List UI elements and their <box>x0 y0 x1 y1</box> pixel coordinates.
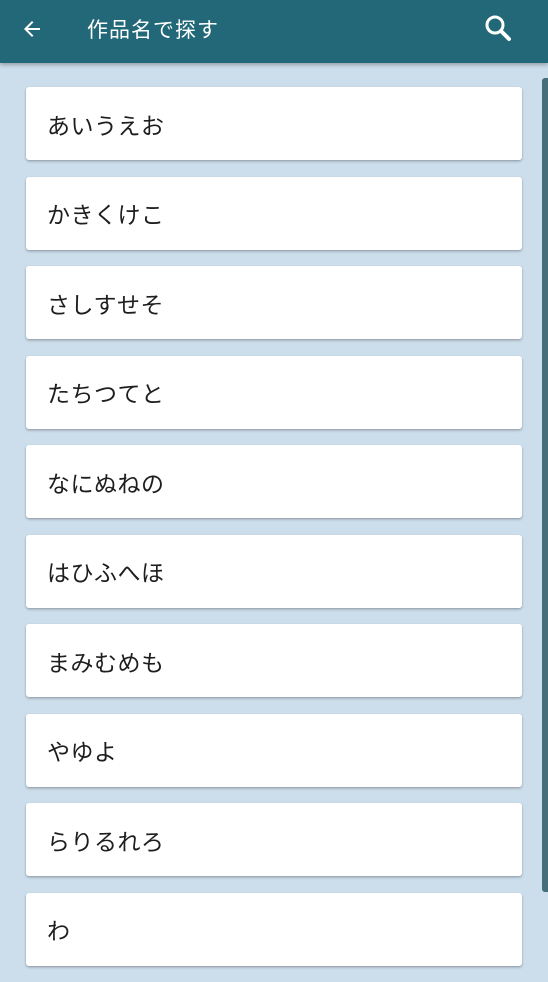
list-item-label: たちつてと <box>47 382 165 408</box>
list-item-label: さしすせそ <box>47 292 165 319</box>
list-item-ta-row[interactable]: たちつてと <box>26 355 522 429</box>
page-title: 作品名で探す <box>87 18 219 42</box>
list-item-ma-row[interactable]: まみむめも <box>26 624 522 697</box>
list-item-wa-row[interactable]: わ <box>26 892 522 966</box>
kana-row-list: あいうえお かきくけこ さしすせそ たちつてと なにぬねの はひふへほ まみむめ… <box>26 87 522 982</box>
list-item-ha-row[interactable]: はひふへほ <box>26 534 522 608</box>
list-item-sa-row[interactable]: さしすせそ <box>26 266 522 339</box>
list-item-label: かきくけこ <box>47 203 165 229</box>
app-bar: 作品名で探す <box>0 0 548 63</box>
list-item-label: はひふへほ <box>47 561 165 587</box>
list-item-a-row[interactable]: あいうえお <box>26 87 522 160</box>
list-item-ka-row[interactable]: かきくけこ <box>26 176 522 250</box>
search-button[interactable] <box>476 8 520 52</box>
list-item-label: あいうえお <box>47 113 165 140</box>
arrow-left-icon <box>20 17 44 45</box>
list-item-label: やゆよ <box>47 740 118 766</box>
list-item-label: わ <box>47 919 71 945</box>
list-item-ya-row[interactable]: やゆよ <box>26 713 522 787</box>
list-item-na-row[interactable]: なにぬねの <box>26 445 522 518</box>
search-icon <box>483 13 513 47</box>
list-item-label: なにぬねの <box>47 471 165 498</box>
scrollbar[interactable] <box>542 78 548 892</box>
list-item-label: まみむめも <box>47 650 165 677</box>
back-button[interactable] <box>12 11 52 51</box>
list-item-ra-row[interactable]: らりるれろ <box>26 803 522 876</box>
list-item-label: らりるれろ <box>47 829 165 856</box>
